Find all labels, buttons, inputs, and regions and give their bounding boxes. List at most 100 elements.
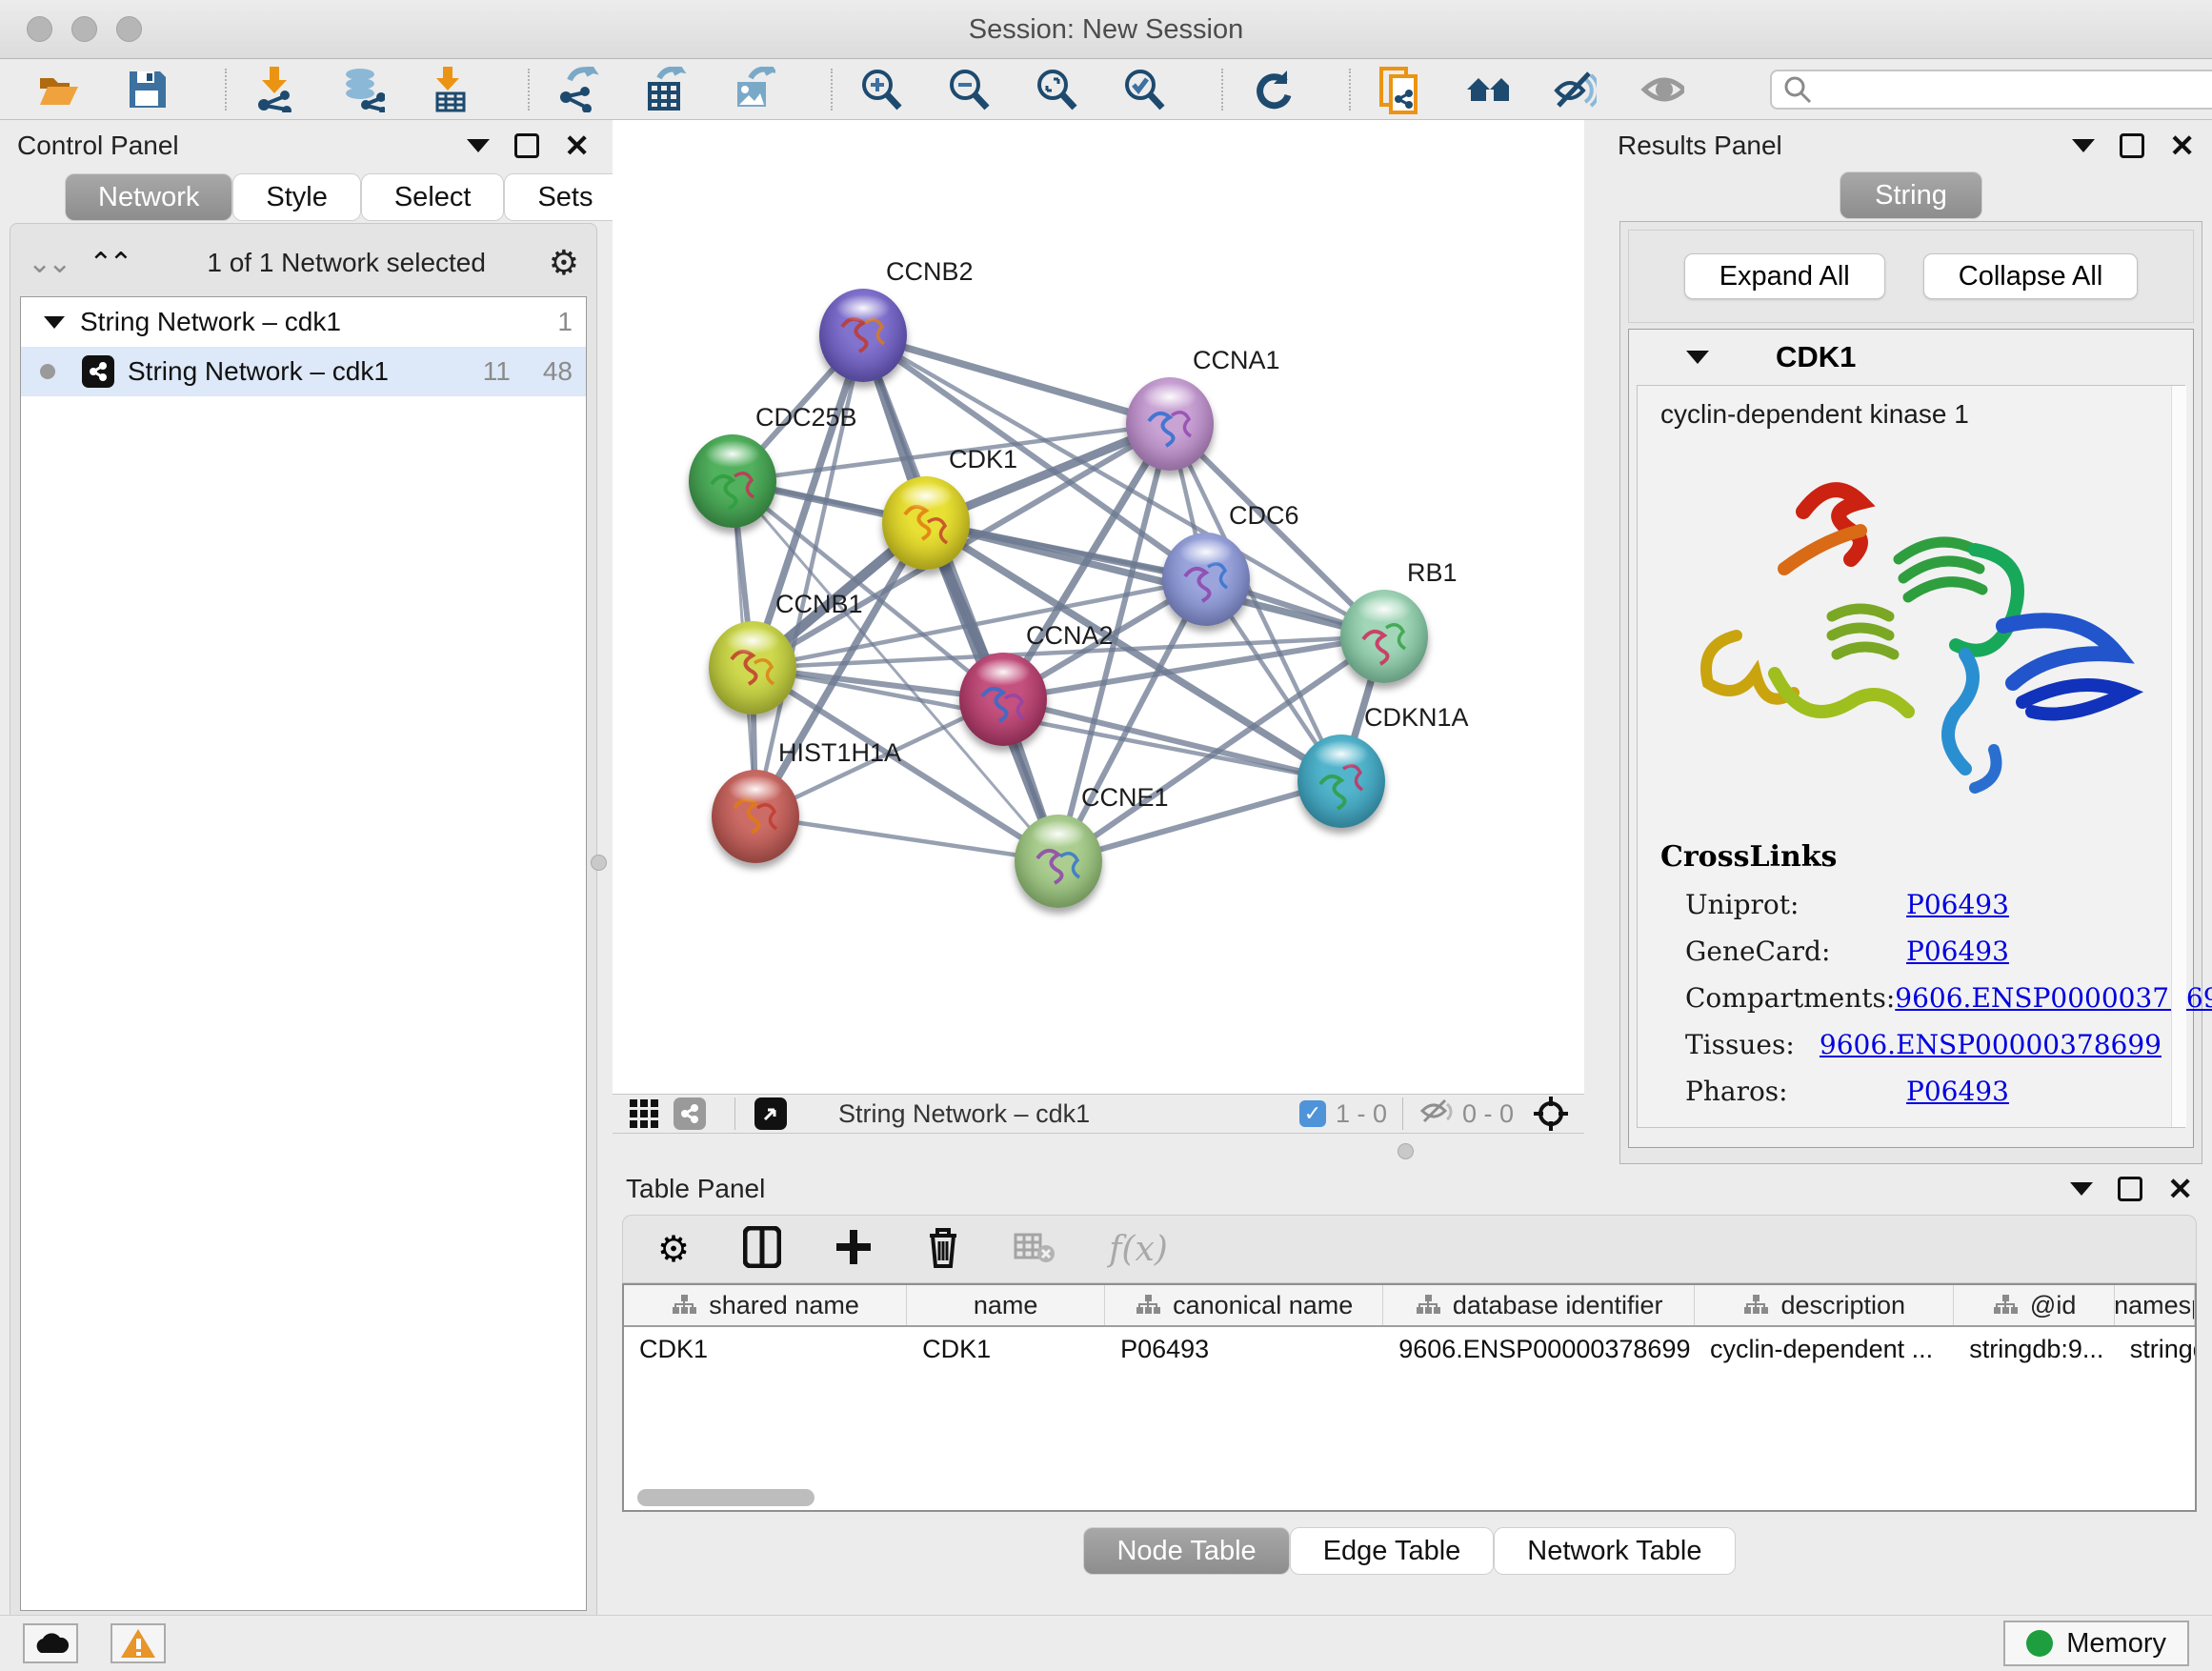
export-image-icon[interactable] (732, 68, 775, 111)
table-cell[interactable]: stringdb:9... (1954, 1327, 2114, 1371)
network-node-hist1h1a[interactable] (712, 770, 799, 863)
export-table-icon[interactable] (644, 68, 688, 111)
column-header-database-identifier[interactable]: database identifier (1383, 1285, 1695, 1325)
zoom-fit-icon[interactable] (1035, 68, 1078, 111)
maximize-results-panel-icon[interactable] (2120, 133, 2144, 158)
zoom-out-icon[interactable] (947, 68, 991, 111)
table-row[interactable]: CDK1CDK1P064939606.ENSP00000378699cyclin… (624, 1327, 2195, 1371)
search-input[interactable] (1812, 74, 2212, 104)
network-node-cdk1[interactable] (882, 476, 970, 570)
zoom-selected-icon[interactable] (1122, 68, 1166, 111)
table-options-gear-icon[interactable]: ⚙ (657, 1228, 690, 1271)
crosslink-row: Compartments:9606.ENSP00000378699 (1660, 982, 2162, 1014)
crosslink-link[interactable]: 9606.ENSP00000378699 (1895, 982, 2212, 1014)
tab-network[interactable]: Network (65, 173, 232, 221)
network-node-cdc6[interactable] (1162, 533, 1250, 626)
maximize-table-panel-icon[interactable] (2118, 1177, 2142, 1201)
collapse-all-button[interactable]: Collapse All (1923, 253, 2139, 299)
network-node-ccne1[interactable] (1015, 815, 1102, 908)
float-results-panel-icon[interactable] (2072, 139, 2095, 152)
tab-select[interactable]: Select (361, 173, 505, 221)
node-table[interactable]: shared namenamecanonical namedatabase id… (622, 1283, 2197, 1512)
bottom-splitter-handle[interactable] (1398, 1143, 1414, 1159)
collapse-all-networks-icon[interactable]: ⌃⌃ (89, 247, 129, 280)
selected-indicator-checkbox[interactable]: ✓ (1299, 1100, 1326, 1127)
expand-all-networks-icon[interactable]: ⌄⌄ (28, 247, 68, 280)
search-box[interactable] (1770, 70, 2212, 110)
show-graphics-details-icon[interactable] (1640, 68, 1684, 111)
tab-node-table[interactable]: Node Table (1083, 1527, 1289, 1575)
table-cell[interactable]: cyclin-dependent ... (1695, 1327, 1954, 1371)
network-collection-row[interactable]: String Network – cdk1 1 (21, 297, 586, 347)
network-node-ccna1[interactable] (1126, 377, 1214, 471)
table-cell[interactable]: stringdb (2115, 1327, 2195, 1371)
crosslink-link[interactable]: P06493 (1906, 936, 2009, 967)
close-table-panel-icon[interactable]: ✕ (2167, 1171, 2193, 1207)
results-scrollbar[interactable] (2171, 386, 2186, 1127)
table-cell[interactable]: P06493 (1105, 1327, 1383, 1371)
network-view-canvas[interactable]: CCNB2CCNA1CDC25BCDK1CDC6RB1CCNB1CCNA2CDK… (613, 120, 1584, 1094)
show-columns-icon[interactable] (743, 1226, 781, 1273)
column-header-description[interactable]: description (1695, 1285, 1954, 1325)
copy-style-icon[interactable] (1377, 68, 1421, 111)
network-node-cdc25b[interactable] (689, 434, 776, 528)
column-header-namespac[interactable]: namespac (2115, 1285, 2195, 1325)
network-node-cdkn1a[interactable] (1297, 735, 1385, 828)
export-network-icon[interactable] (556, 68, 600, 111)
fit-content-crosshair-icon[interactable] (1529, 1092, 1573, 1136)
zoom-in-icon[interactable] (859, 68, 903, 111)
cloud-button[interactable] (23, 1623, 78, 1663)
network-row-selected[interactable]: String Network – cdk1 11 48 (21, 347, 586, 396)
network-node-rb1[interactable] (1340, 590, 1428, 683)
float-panel-icon[interactable] (467, 139, 490, 152)
save-session-icon[interactable] (126, 68, 170, 111)
crosslink-link[interactable]: P06493 (1906, 889, 2009, 920)
import-table-file-icon[interactable] (429, 68, 473, 111)
birds-eye-view-icon[interactable] (622, 1092, 666, 1136)
column-header-name[interactable]: name (907, 1285, 1105, 1325)
network-node-ccnb2[interactable] (819, 289, 907, 382)
tab-string[interactable]: String (1840, 171, 1982, 219)
close-panel-icon[interactable]: ✕ (564, 128, 590, 164)
collapse-collection-icon[interactable] (44, 316, 65, 329)
network-node-ccnb1[interactable] (709, 621, 796, 715)
maximize-panel-icon[interactable] (514, 133, 539, 158)
left-splitter-handle[interactable] (591, 855, 607, 871)
float-table-panel-icon[interactable] (2070, 1182, 2093, 1196)
expand-all-button[interactable]: Expand All (1684, 253, 1885, 299)
close-results-panel-icon[interactable]: ✕ (2169, 128, 2195, 164)
close-window-button[interactable] (27, 16, 52, 42)
tab-style[interactable]: Style (232, 173, 360, 221)
crosslink-link[interactable]: P06493 (1906, 1076, 2009, 1107)
minimize-window-button[interactable] (71, 16, 97, 42)
crosslink-link[interactable]: 9606.ENSP00000378699 (1820, 1029, 2162, 1060)
string-home-icon[interactable] (1465, 68, 1509, 111)
column-header--id[interactable]: @id (1954, 1285, 2114, 1325)
tab-sets[interactable]: Sets (504, 173, 626, 221)
table-cell[interactable]: CDK1 (907, 1327, 1105, 1371)
tab-edge-table[interactable]: Edge Table (1290, 1527, 1495, 1575)
import-network-database-icon[interactable] (341, 68, 385, 111)
column-header-canonical-name[interactable]: canonical name (1105, 1285, 1383, 1325)
network-node-ccna2[interactable] (959, 653, 1047, 746)
window-controls[interactable] (27, 16, 161, 47)
export-view-icon[interactable] (754, 1097, 787, 1130)
warning-button[interactable] (111, 1623, 166, 1663)
table-cell[interactable]: 9606.ENSP00000378699 (1383, 1327, 1695, 1371)
memory-button[interactable]: Memory (2003, 1621, 2189, 1666)
open-session-icon[interactable] (38, 68, 82, 111)
refresh-layout-icon[interactable] (1250, 68, 1294, 111)
node-label-ccna1: CCNA1 (1193, 346, 1280, 375)
column-header-shared-name[interactable]: shared name (624, 1285, 907, 1325)
create-column-icon[interactable] (835, 1228, 873, 1271)
string-view-icon[interactable] (674, 1097, 706, 1130)
table-cell[interactable]: CDK1 (624, 1327, 907, 1371)
hide-unhide-icon[interactable] (1553, 68, 1597, 111)
table-horizontal-scrollbar[interactable] (637, 1489, 814, 1506)
collapse-gene-icon[interactable] (1686, 351, 1709, 364)
tab-network-table[interactable]: Network Table (1494, 1527, 1735, 1575)
zoom-window-button[interactable] (116, 16, 142, 42)
import-network-file-icon[interactable] (253, 68, 297, 111)
network-options-gear-icon[interactable]: ⚙ (549, 243, 579, 283)
delete-column-icon[interactable] (926, 1226, 960, 1273)
